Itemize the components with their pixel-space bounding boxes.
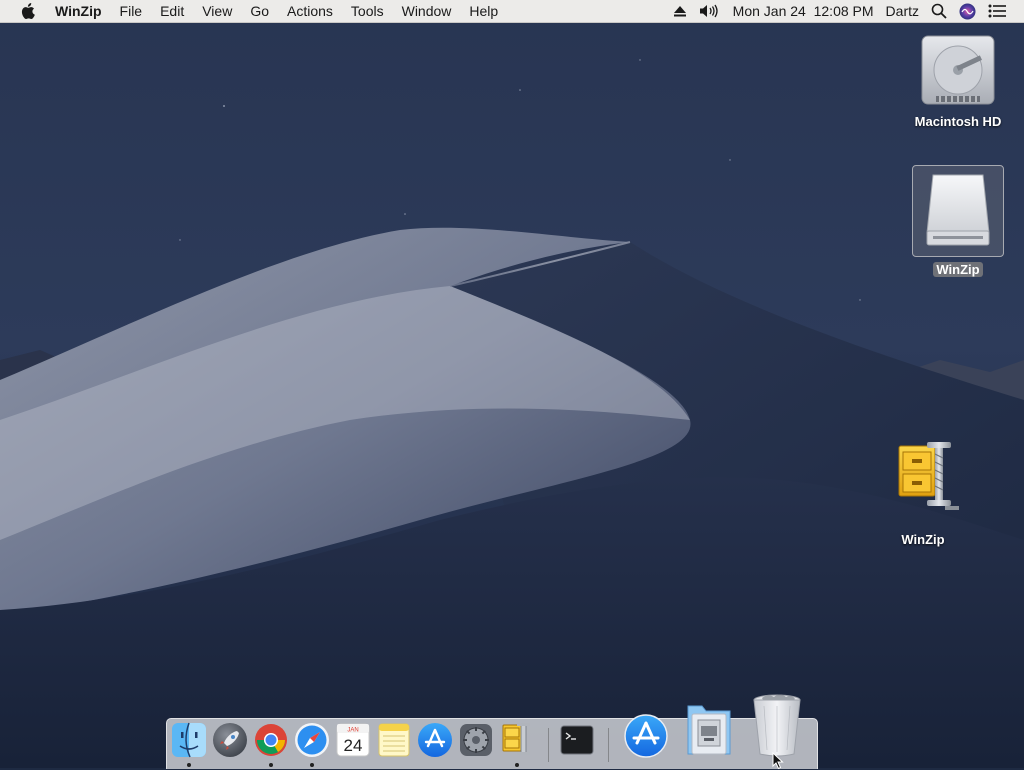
desktop-icon-label: WinZip [933, 262, 983, 277]
winzip-app-icon [502, 723, 530, 755]
running-indicator [515, 763, 519, 767]
selection-highlight [912, 165, 1004, 257]
desktop-wallpaper [0, 0, 1024, 768]
winzip-app-icon [898, 442, 959, 510]
spotlight-search-icon[interactable] [925, 0, 953, 22]
dock-notes[interactable] [376, 722, 412, 763]
calendar-month: JAN [347, 728, 358, 734]
gear-icon [460, 724, 492, 756]
dock-separator [608, 728, 609, 762]
mouse-cursor [772, 752, 784, 770]
menu-bar: WinZip File Edit View Go Actions Tools W… [0, 0, 1024, 23]
siri-icon[interactable] [953, 0, 982, 22]
menu-actions[interactable]: Actions [278, 0, 342, 22]
apple-menu-icon[interactable] [19, 0, 37, 22]
dock-winzip[interactable] [499, 722, 535, 763]
menu-go[interactable]: Go [241, 0, 278, 22]
hard-drive-icon [921, 35, 995, 105]
desktop-icon-winzip-disk[interactable]: WinZip [908, 165, 1008, 277]
dock-calendar[interactable]: JAN 24 [335, 722, 371, 763]
menu-edit[interactable]: Edit [151, 0, 193, 22]
desktop-icon-label: WinZip [901, 532, 945, 547]
volume-icon[interactable] [693, 0, 727, 22]
app-menu-winzip[interactable]: WinZip [47, 0, 111, 22]
eject-icon[interactable] [667, 0, 693, 22]
dock-finder[interactable] [171, 722, 207, 763]
app-store-icon [624, 714, 668, 758]
user-name[interactable]: Dartz [880, 0, 925, 22]
trash-full-icon [753, 694, 801, 757]
running-indicator [269, 763, 273, 767]
terminal-icon [560, 725, 594, 755]
downloads-folder-icon [687, 705, 731, 755]
menu-window[interactable]: Window [393, 0, 461, 22]
running-indicator [187, 763, 191, 767]
dock-stack-downloads[interactable] [682, 702, 736, 763]
running-indicator [310, 763, 314, 767]
menu-help[interactable]: Help [460, 0, 507, 22]
calendar-icon: JAN 24 [336, 723, 370, 757]
clock[interactable]: Mon Jan 24 12:08 PM [727, 0, 880, 22]
safari-compass-icon [295, 723, 329, 757]
notes-icon [378, 723, 410, 757]
notification-center-icon[interactable] [982, 0, 1012, 22]
dock-system-preferences[interactable] [458, 722, 494, 763]
chrome-icon [255, 724, 287, 756]
finder-icon [172, 722, 206, 758]
dock-launchpad[interactable] [212, 722, 248, 763]
dock-stack-applications[interactable] [622, 710, 670, 763]
menu-file[interactable]: File [111, 0, 152, 22]
dock-terminal[interactable] [559, 722, 595, 763]
dock-safari[interactable] [294, 722, 330, 763]
external-disk-icon [926, 174, 990, 246]
calendar-day: 24 [344, 736, 363, 755]
desktop-icon-label: Macintosh HD [914, 114, 1002, 129]
dock-separator [548, 728, 549, 762]
desktop-icon-winzip-app[interactable]: WinZip [873, 440, 973, 547]
app-store-icon [418, 723, 452, 757]
menu-tools[interactable]: Tools [342, 0, 393, 22]
dock-app-store[interactable] [417, 722, 453, 763]
dock-chrome[interactable] [253, 722, 289, 763]
desktop-icon-macintosh-hd[interactable]: Macintosh HD [908, 32, 1008, 129]
launchpad-rocket-icon [213, 723, 247, 757]
menu-view[interactable]: View [193, 0, 241, 22]
